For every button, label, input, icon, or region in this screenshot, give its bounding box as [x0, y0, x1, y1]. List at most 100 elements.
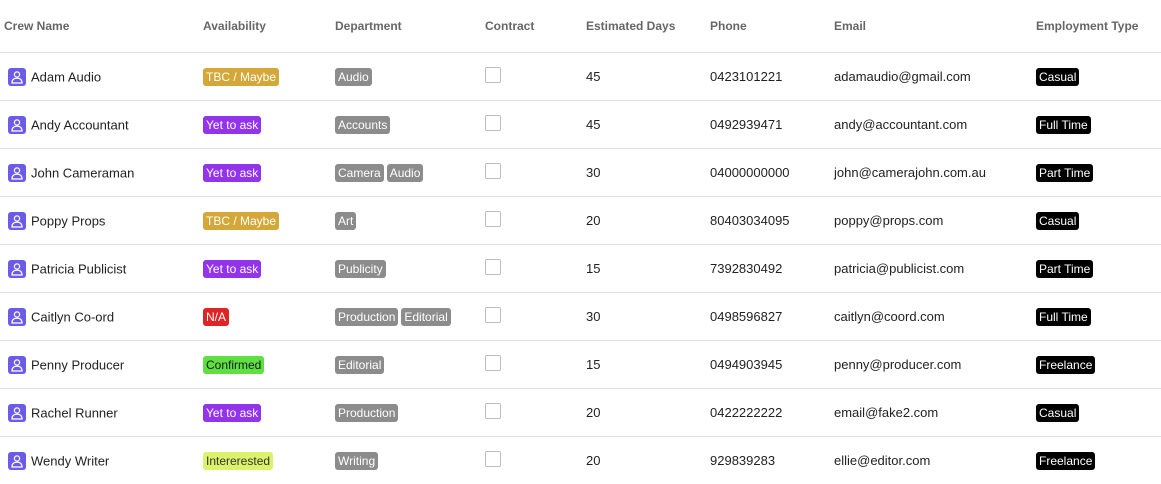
- column-header-employment-type[interactable]: Employment Type: [1033, 0, 1161, 53]
- phone-cell[interactable]: 0422222222: [709, 389, 833, 437]
- column-header-department[interactable]: Department: [332, 0, 484, 53]
- contract-checkbox[interactable]: [485, 163, 501, 179]
- estimated-days-cell[interactable]: 45: [585, 53, 709, 101]
- department-cell[interactable]: Production: [332, 389, 484, 437]
- contract-checkbox[interactable]: [485, 211, 501, 227]
- email-cell[interactable]: patricia@publicist.com: [833, 245, 1033, 293]
- department-cell[interactable]: Accounts: [332, 101, 484, 149]
- phone-cell[interactable]: 929839283: [709, 437, 833, 484]
- availability-badge[interactable]: N/A: [203, 308, 229, 326]
- contract-checkbox[interactable]: [485, 403, 501, 419]
- phone-cell[interactable]: 0494903945: [709, 341, 833, 389]
- estimated-days-cell[interactable]: 45: [585, 101, 709, 149]
- estimated-days-cell[interactable]: 30: [585, 293, 709, 341]
- contract-checkbox[interactable]: [485, 307, 501, 323]
- estimated-days-cell[interactable]: 20: [585, 197, 709, 245]
- column-header-phone[interactable]: Phone: [709, 0, 833, 53]
- crew-name-cell[interactable]: Caitlyn Co-ord: [0, 293, 200, 341]
- department-cell[interactable]: Editorial: [332, 341, 484, 389]
- table-row[interactable]: Rachel RunnerYet to ask Production 2004222…: [0, 389, 1161, 437]
- phone-cell[interactable]: 04000000000: [709, 149, 833, 197]
- table-row[interactable]: Poppy PropsTBC / Maybe Art 2080403034095po…: [0, 197, 1161, 245]
- column-header-contract[interactable]: Contract: [484, 0, 585, 53]
- employment-type-cell[interactable]: Freelance: [1033, 437, 1161, 484]
- table-row[interactable]: John CameramanYet to ask CameraAudio 30040…: [0, 149, 1161, 197]
- employment-type-cell[interactable]: Casual: [1033, 389, 1161, 437]
- employment-type-cell[interactable]: Full Time: [1033, 101, 1161, 149]
- availability-badge[interactable]: TBC / Maybe: [203, 212, 279, 230]
- table-row[interactable]: Patricia PublicistYet to ask Publicity 157…: [0, 245, 1161, 293]
- availability-badge[interactable]: Yet to ask: [203, 260, 261, 278]
- contract-checkbox[interactable]: [485, 355, 501, 371]
- availability-cell[interactable]: Intererested: [200, 437, 332, 484]
- availability-cell[interactable]: N/A: [200, 293, 332, 341]
- availability-badge[interactable]: TBC / Maybe: [203, 68, 279, 86]
- estimated-days-cell[interactable]: 20: [585, 389, 709, 437]
- employment-type-cell[interactable]: Full Time: [1033, 293, 1161, 341]
- employment-type-cell[interactable]: Freelance: [1033, 341, 1161, 389]
- phone-cell[interactable]: 0423101221: [709, 53, 833, 101]
- employment-type-cell[interactable]: Part Time: [1033, 245, 1161, 293]
- table-row[interactable]: Andy AccountantYet to ask Accounts 4504929…: [0, 101, 1161, 149]
- phone-cell[interactable]: 0498596827: [709, 293, 833, 341]
- phone-cell[interactable]: 80403034095: [709, 197, 833, 245]
- phone-cell[interactable]: 0492939471: [709, 101, 833, 149]
- contract-checkbox[interactable]: [485, 115, 501, 131]
- estimated-days-cell[interactable]: 15: [585, 245, 709, 293]
- availability-cell[interactable]: TBC / Maybe: [200, 197, 332, 245]
- crew-name-cell[interactable]: Penny Producer: [0, 341, 200, 389]
- department-cell[interactable]: ProductionEditorial: [332, 293, 484, 341]
- table-row[interactable]: Penny ProducerConfirmed Editorial 15049490…: [0, 341, 1161, 389]
- contract-cell: [484, 197, 585, 245]
- crew-name-cell[interactable]: Rachel Runner: [0, 389, 200, 437]
- availability-badge[interactable]: Yet to ask: [203, 116, 261, 134]
- estimated-days-cell[interactable]: 20: [585, 437, 709, 484]
- column-header-crew-name[interactable]: Crew Name: [0, 0, 200, 53]
- availability-cell[interactable]: Yet to ask: [200, 149, 332, 197]
- email-cell[interactable]: john@camerajohn.com.au: [833, 149, 1033, 197]
- department-cell[interactable]: Writing: [332, 437, 484, 484]
- email-cell[interactable]: adamaudio@gmail.com: [833, 53, 1033, 101]
- availability-cell[interactable]: Yet to ask: [200, 245, 332, 293]
- employment-type-cell[interactable]: Part Time: [1033, 149, 1161, 197]
- department-badge: Writing: [335, 452, 378, 470]
- crew-name-cell[interactable]: Wendy Writer: [0, 437, 200, 484]
- estimated-days-cell[interactable]: 30: [585, 149, 709, 197]
- contract-checkbox[interactable]: [485, 451, 501, 467]
- department-cell[interactable]: Publicity: [332, 245, 484, 293]
- column-header-availability[interactable]: Availability: [200, 0, 332, 53]
- availability-cell[interactable]: Yet to ask: [200, 389, 332, 437]
- column-header-estimated-days[interactable]: Estimated Days: [585, 0, 709, 53]
- availability-badge[interactable]: Confirmed: [203, 356, 264, 374]
- contract-checkbox[interactable]: [485, 259, 501, 275]
- contract-checkbox[interactable]: [485, 67, 501, 83]
- crew-name-cell[interactable]: Poppy Props: [0, 197, 200, 245]
- availability-badge[interactable]: Intererested: [203, 452, 273, 470]
- estimated-days-cell[interactable]: 15: [585, 341, 709, 389]
- crew-name-cell[interactable]: John Cameraman: [0, 149, 200, 197]
- availability-badge[interactable]: Yet to ask: [203, 164, 261, 182]
- table-row[interactable]: Adam AudioTBC / Maybe Audio 450423101221ad…: [0, 53, 1161, 101]
- email-cell[interactable]: andy@accountant.com: [833, 101, 1033, 149]
- department-cell[interactable]: Art: [332, 197, 484, 245]
- availability-cell[interactable]: TBC / Maybe: [200, 53, 332, 101]
- email-cell[interactable]: penny@producer.com: [833, 341, 1033, 389]
- department-cell[interactable]: CameraAudio: [332, 149, 484, 197]
- employment-type-cell[interactable]: Casual: [1033, 53, 1161, 101]
- availability-cell[interactable]: Confirmed: [200, 341, 332, 389]
- email-cell[interactable]: ellie@editor.com: [833, 437, 1033, 484]
- email-cell[interactable]: poppy@props.com: [833, 197, 1033, 245]
- crew-name-cell[interactable]: Patricia Publicist: [0, 245, 200, 293]
- department-cell[interactable]: Audio: [332, 53, 484, 101]
- crew-name-cell[interactable]: Adam Audio: [0, 53, 200, 101]
- phone-cell[interactable]: 7392830492: [709, 245, 833, 293]
- column-header-email[interactable]: Email: [833, 0, 1033, 53]
- employment-type-cell[interactable]: Casual: [1033, 197, 1161, 245]
- table-row[interactable]: Caitlyn Co-ordN/A ProductionEditorial 3004…: [0, 293, 1161, 341]
- email-cell[interactable]: caitlyn@coord.com: [833, 293, 1033, 341]
- table-row[interactable]: Wendy WriterIntererested Writing 209298392…: [0, 437, 1161, 484]
- availability-badge[interactable]: Yet to ask: [203, 404, 261, 422]
- crew-name-cell[interactable]: Andy Accountant: [0, 101, 200, 149]
- email-cell[interactable]: email@fake2.com: [833, 389, 1033, 437]
- availability-cell[interactable]: Yet to ask: [200, 101, 332, 149]
